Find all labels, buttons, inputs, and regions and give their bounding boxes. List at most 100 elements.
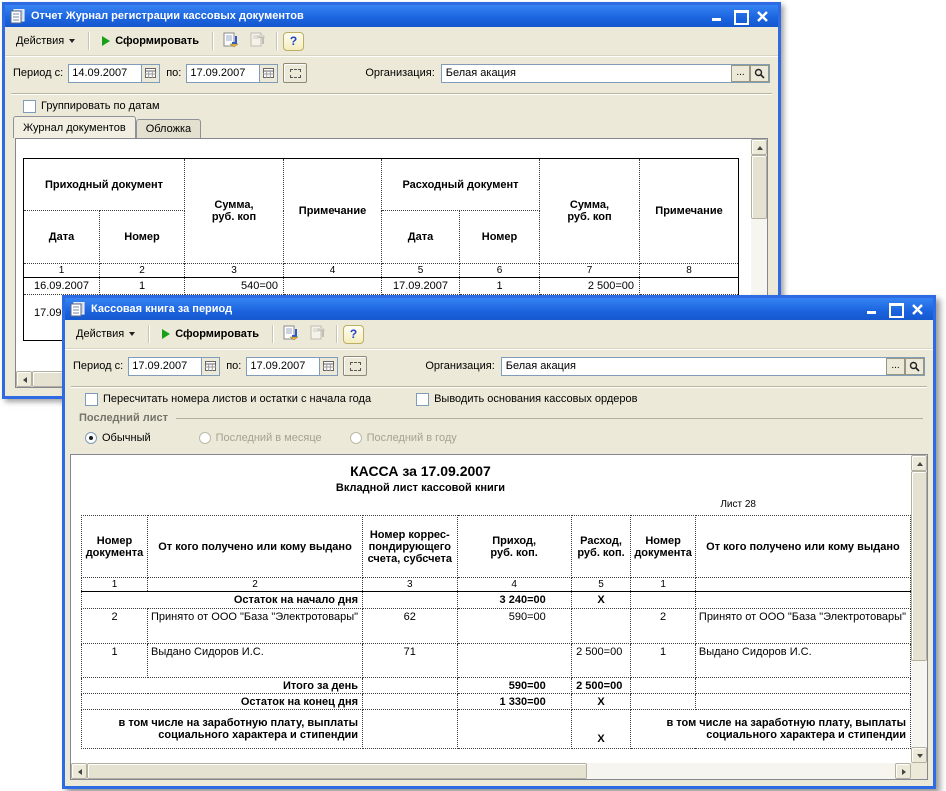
close-button[interactable] (911, 303, 925, 315)
including-wages-row: в том числе на заработную плату, выплаты… (80, 709, 911, 749)
organization-field[interactable]: ... (500, 356, 925, 376)
scroll-right-button[interactable] (895, 763, 911, 779)
maximize-button[interactable] (733, 10, 749, 25)
tab-cover[interactable]: Обложка (135, 119, 202, 138)
organization-input[interactable] (441, 64, 731, 82)
save-settings-button (306, 323, 330, 345)
radio-icon (349, 432, 362, 444)
restore-settings-button[interactable] (219, 30, 243, 52)
table-row: 2 Принято от ООО "База "Электротовары" 6… (81, 608, 911, 644)
org-open-button[interactable] (750, 64, 769, 82)
header-summa: Сумма, руб. коп (184, 158, 284, 264)
cash-book-sheet: КАССА за 17.09.2007 Вкладной лист кассов… (71, 455, 911, 763)
magnifier-icon (754, 68, 765, 79)
calendar-button[interactable] (319, 357, 338, 375)
including-wages-label: в том числе на заработную плату, выплаты… (630, 709, 911, 749)
magnifier-icon (909, 361, 920, 372)
back-window-title: Отчет Журнал регистрации кассовых докуме… (31, 10, 304, 22)
minimize-button[interactable] (865, 303, 879, 315)
period-to-label: по: (226, 360, 242, 372)
calendar-icon (323, 361, 335, 371)
sheet-number: Лист 28 (720, 499, 756, 510)
calendar-button[interactable] (259, 64, 278, 82)
group-by-dates-checkbox[interactable] (23, 99, 36, 113)
scrollbar-corner (911, 763, 927, 779)
show-basis-checkbox[interactable] (416, 392, 430, 406)
generate-button[interactable]: Сформировать (95, 30, 206, 52)
period-to-input[interactable] (187, 64, 260, 82)
help-button[interactable]: ? (343, 324, 364, 344)
restore-settings-button[interactable] (279, 323, 303, 345)
including-wages-label: в том числе на заработную плату, выплаты… (80, 709, 364, 749)
period-from-label: Период с: (73, 360, 124, 372)
horizontal-scroll-thumb[interactable] (87, 763, 587, 779)
minimize-button[interactable] (710, 10, 724, 22)
table-row: 16.09.2007 1 540=00 17.09.2007 1 2 500=0… (23, 277, 739, 295)
dropdown-arrow-icon (129, 332, 136, 336)
period-to-field[interactable] (186, 63, 279, 83)
period-from-field[interactable] (128, 356, 221, 376)
radio-last-in-year: Последний в году (349, 432, 457, 444)
period-selector-icon (289, 68, 301, 78)
front-window-title: Кассовая книга за период (91, 303, 233, 315)
back-window-titlebar[interactable]: Отчет Журнал регистрации кассовых докуме… (5, 5, 778, 27)
vertical-scrollbar[interactable] (911, 455, 927, 763)
header-rashod-group: Расходный документ (381, 158, 540, 211)
closing-balance-value: 1 330=00 (456, 693, 572, 710)
calendar-icon (145, 68, 157, 78)
toolbar-separator (148, 325, 150, 343)
org-select-button[interactable]: ... (731, 64, 750, 82)
group-line (176, 417, 923, 419)
save-settings-icon (310, 325, 326, 340)
period-to-label: по: (166, 67, 182, 79)
play-icon (102, 36, 111, 46)
horizontal-scrollbar[interactable] (71, 763, 911, 779)
organization-input[interactable] (501, 357, 886, 375)
maximize-button[interactable] (888, 303, 904, 318)
period-from-input[interactable] (129, 357, 202, 375)
toolbar-separator (276, 32, 277, 50)
total-prihod-value: 590=00 (456, 677, 572, 694)
toolbar-separator (88, 32, 90, 50)
radio-normal[interactable]: Обычный (85, 432, 151, 444)
scroll-up-button[interactable] (751, 139, 767, 155)
header-doc-number: Номер документа (81, 515, 148, 578)
help-button[interactable]: ? (283, 31, 304, 51)
restore-settings-icon (223, 32, 239, 48)
scroll-left-button[interactable] (71, 763, 87, 779)
calendar-button[interactable] (201, 357, 220, 375)
cash-book-table: Номер документа От кого получено или ком… (80, 515, 911, 749)
tab-journal-documents[interactable]: Журнал документов (13, 116, 136, 138)
header-number: Номер (459, 210, 540, 264)
scroll-left-button[interactable] (16, 371, 32, 387)
recalc-sheets-checkbox[interactable] (85, 392, 98, 406)
period-from-input[interactable] (69, 64, 142, 82)
scroll-up-button[interactable] (911, 455, 927, 471)
actions-menu-button[interactable]: Действия (69, 323, 142, 345)
front-window-titlebar[interactable]: Кассовая книга за период (65, 298, 933, 320)
vertical-scroll-thumb[interactable] (911, 471, 927, 661)
period-from-field[interactable] (68, 63, 161, 83)
report-title: КАССА за 17.09.2007 (350, 463, 491, 479)
generate-button[interactable]: Сформировать (155, 323, 266, 345)
close-button[interactable] (756, 10, 770, 22)
organization-field[interactable]: ... (440, 63, 770, 83)
org-open-button[interactable] (905, 357, 924, 375)
header-prihod: Приход, руб. коп. (456, 515, 572, 578)
calendar-button[interactable] (141, 64, 160, 82)
toolbar-separator (212, 32, 213, 50)
period-to-field[interactable] (246, 356, 339, 376)
save-settings-icon (250, 32, 266, 47)
period-from-label: Период с: (13, 67, 64, 79)
report-document-icon (70, 301, 86, 317)
group-by-dates-label: Группировать по датам (41, 100, 160, 112)
choose-period-button[interactable] (283, 63, 308, 83)
choose-period-button[interactable] (343, 356, 368, 376)
cash-book-grid-area[interactable]: КАССА за 17.09.2007 Вкладной лист кассов… (70, 454, 928, 780)
actions-menu-button[interactable]: Действия (9, 30, 82, 52)
scroll-down-button[interactable] (911, 747, 927, 763)
toolbar-separator (336, 325, 337, 343)
vertical-scroll-thumb[interactable] (751, 155, 767, 219)
period-to-input[interactable] (247, 357, 320, 375)
org-select-button[interactable]: ... (886, 357, 905, 375)
